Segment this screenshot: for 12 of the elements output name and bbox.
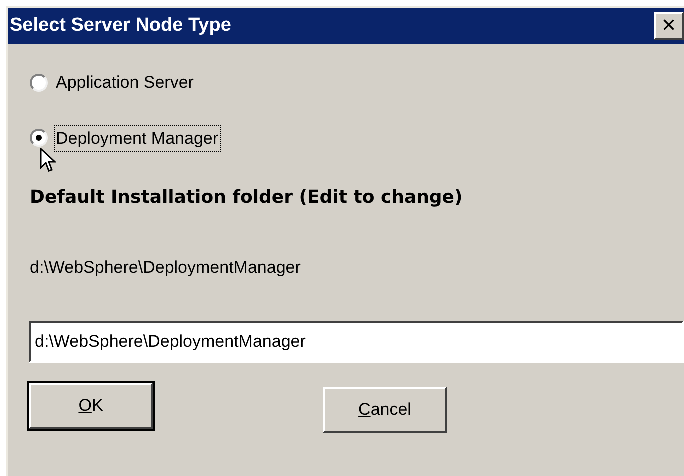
pointer-cursor-icon bbox=[40, 148, 56, 174]
folder-input[interactable]: d:\WebSphere\DeploymentManager bbox=[29, 320, 684, 362]
close-button[interactable]: × bbox=[654, 12, 684, 40]
dialog-button[interactable]: Cancel bbox=[323, 386, 447, 432]
section-heading: Default Installation folder (Edit to change) bbox=[29, 186, 464, 210]
dialog-button[interactable]: OK bbox=[29, 382, 153, 428]
window-title: Select Server Node Type bbox=[10, 14, 232, 38]
default-path-text: d:\WebSphere\DeploymentManager bbox=[29, 257, 302, 279]
radio-button[interactable] bbox=[30, 74, 48, 92]
radio-button[interactable] bbox=[30, 129, 48, 148]
radio-label[interactable]: Application Server bbox=[54, 69, 196, 96]
radio-label[interactable]: Deployment Manager bbox=[54, 124, 221, 152]
